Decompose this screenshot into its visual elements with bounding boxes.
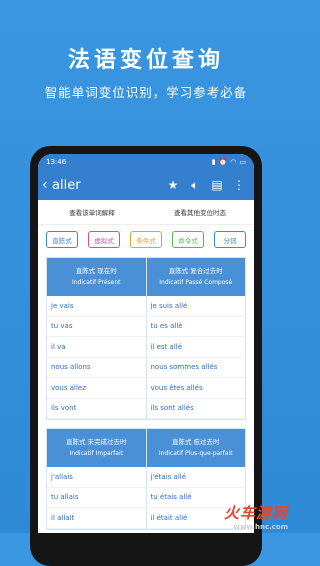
tense-column: 直陈式 现在时 Indicatif Présent je vais tu vas il … [47,258,146,419]
tense-title-cn: 直陈式 未完成过去时 [65,438,127,446]
tense-title-cn: 直陈式 现在时 [75,267,117,275]
hero-subtitle: 智能单词变位识别，学习参考必备 [44,85,248,100]
tense-column: 直陈式 未完成过去时 Indicatif Imparfait j'allais tu … [47,429,146,529]
tense-column: 直陈式 复合过去时 Indicatif Passé Composé je suis … [145,258,245,419]
battery-icon: ▭ [239,158,246,166]
tense-title-cn: 直陈式 愈过去时 [171,438,220,446]
watermark-brand: 火车游网 [223,504,288,522]
hero-title: 法语变位查询 [67,48,224,73]
conjugation-row[interactable]: il allait [47,508,146,529]
conjugation-row[interactable]: ils vont [47,399,146,419]
tense-title-cn: 直陈式 复合过去时 [168,267,223,275]
conjugation-row[interactable]: nous allons [47,358,146,378]
tense-title-fr: Indicatif Présent [71,279,121,286]
mood-chips: 直陈式 虚拟式 条件式 命令式 分词 [38,225,254,248]
watermark-url: www.hnc.com [233,523,288,531]
sim-icon: ▮ [211,158,216,166]
conjugation-row[interactable]: vous êtes allés [146,378,245,399]
chip-1[interactable]: 虚拟式 [88,231,120,248]
view-definition-link[interactable]: 查看该单词解释 [38,207,146,217]
word-title: aller [52,177,81,193]
conjugation-row[interactable]: je vais [47,296,146,317]
watermark: 火车游网 www.hnc.com [224,502,288,531]
tense-block: 直陈式 现在时 Indicatif Présent je vais tu vas il … [46,257,246,420]
status-time: 13:46 [46,158,67,166]
speaker-icon[interactable]: 🔈︎ [184,178,206,193]
conjugation-row[interactable]: j'allais [47,467,146,488]
conjugation-grid: 直陈式 现在时 Indicatif Présent je vais tu vas il … [46,257,246,533]
tense-header: 直陈式 现在时 Indicatif Présent [47,258,146,296]
chip-4[interactable]: 分词 [214,231,246,248]
notebook-icon[interactable]: ▤ [206,178,228,192]
conjugation-row[interactable]: tu allais [47,488,146,508]
status-bar: 13:46 ▮ ⏰ ◠ ▭ [38,154,254,170]
phone-screen: 13:46 ▮ ⏰ ◠ ▭ ‹ aller ★ 🔈︎ ▤ ⋮ 查看该单词解释 查… [38,154,254,533]
chip-0[interactable]: 直陈式 [46,231,78,248]
more-icon[interactable]: ⋮ [228,178,250,192]
view-other-tenses-link[interactable]: 查看其他变位时态 [146,207,254,217]
conjugation-row[interactable]: il est allé [146,337,245,358]
conjugation-row[interactable]: nous sommes allés [146,358,245,378]
app-bar: ‹ aller ★ 🔈︎ ▤ ⋮ [38,170,254,200]
wifi-icon: ◠ [230,158,237,166]
chip-2[interactable]: 条件式 [130,231,162,248]
tense-block: 直陈式 未完成过去时 Indicatif Imparfait j'allais tu … [46,428,246,530]
star-icon[interactable]: ★ [162,178,184,192]
conjugation-row[interactable]: je suis allé [146,296,245,317]
conjugation-row[interactable]: j'étais allé [146,467,245,488]
alarm-icon: ⏰ [218,158,228,166]
tense-header: 直陈式 复合过去时 Indicatif Passé Composé [146,258,245,296]
conjugation-row[interactable]: tu vas [47,317,146,337]
tense-title-fr: Indicatif Imparfait [69,450,123,457]
conjugation-row[interactable]: il va [47,337,146,358]
tense-title-fr: Indicatif Passé Composé [159,279,233,286]
tense-header: 直陈式 未完成过去时 Indicatif Imparfait [47,429,146,467]
tense-title-fr: Indicatif Plus-que-parfait [158,450,233,457]
tense-header: 直陈式 愈过去时 Indicatif Plus-que-parfait [146,429,245,467]
link-row: 查看该单词解释 查看其他变位时态 [38,200,254,225]
conjugation-row[interactable]: vous allez [47,378,146,399]
chevron-left-icon[interactable]: ‹ [42,177,52,193]
conjugation-row[interactable]: tu es allé [146,317,245,337]
chip-3[interactable]: 命令式 [172,231,204,248]
conjugation-row[interactable]: ils sont allés [146,399,245,419]
